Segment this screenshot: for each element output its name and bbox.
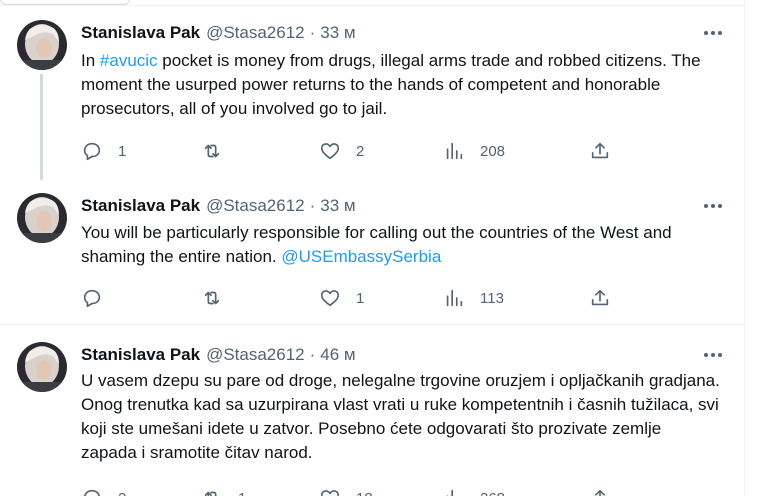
reply-button[interactable] bbox=[81, 286, 118, 310]
like-count: 1 bbox=[356, 289, 365, 307]
timestamp[interactable]: 33 м bbox=[320, 23, 355, 43]
avatar[interactable] bbox=[17, 20, 67, 70]
tweet-text-segment: pocket is money from drugs, illegal arms… bbox=[81, 51, 701, 118]
tweet-text: U vasem dzepu su pare od droge, nelegaln… bbox=[81, 369, 721, 465]
retweet-button[interactable]: 1 bbox=[201, 486, 246, 496]
reply-icon bbox=[83, 489, 101, 496]
views-button[interactable]: 113 bbox=[443, 286, 504, 310]
retweet-button[interactable] bbox=[201, 139, 238, 163]
retweet-icon bbox=[204, 144, 220, 158]
share-button[interactable] bbox=[589, 486, 611, 496]
view-count: 113 bbox=[480, 289, 504, 307]
views-icon bbox=[446, 489, 453, 496]
timestamp[interactable]: 33 м bbox=[320, 196, 355, 216]
retweet-button[interactable] bbox=[201, 286, 238, 310]
heart-icon bbox=[320, 490, 340, 496]
more-button[interactable] bbox=[701, 22, 725, 44]
heart-icon bbox=[320, 143, 340, 160]
display-name[interactable]: Stanislava Pak bbox=[81, 345, 200, 365]
tweet-text: You will be particularly responsible for… bbox=[81, 221, 721, 269]
retweet-count: 1 bbox=[238, 490, 246, 496]
share-icon bbox=[595, 489, 605, 496]
timestamp[interactable]: 46 м bbox=[320, 345, 355, 365]
reply-button[interactable]: 2 bbox=[81, 486, 126, 496]
like-button[interactable]: 2 bbox=[319, 139, 364, 163]
tweet[interactable]: Stanislava Pak @Stasa2612 · 33 м You wil… bbox=[0, 178, 745, 325]
share-button[interactable] bbox=[589, 286, 611, 310]
timeline: Stanislava Pak @Stasa2612 · 33 м In #avu… bbox=[0, 0, 745, 496]
views-button[interactable]: 268 bbox=[443, 486, 505, 496]
more-icon bbox=[704, 31, 722, 35]
view-count: 208 bbox=[480, 142, 506, 160]
tweet-header: Stanislava Pak @Stasa2612 · 33 м bbox=[81, 195, 356, 217]
reply-count: 1 bbox=[118, 142, 127, 160]
share-button[interactable] bbox=[589, 139, 611, 163]
views-icon bbox=[446, 142, 463, 160]
avatar[interactable] bbox=[17, 342, 67, 392]
avatar[interactable] bbox=[17, 193, 67, 243]
heart-icon bbox=[320, 290, 340, 307]
like-button[interactable]: 18 bbox=[319, 486, 373, 496]
thread-line bbox=[40, 74, 43, 180]
tweet[interactable]: Stanislava Pak @Stasa2612 · 46 м U vasem… bbox=[0, 326, 745, 496]
more-button[interactable] bbox=[701, 344, 725, 366]
reply-count: 2 bbox=[118, 490, 126, 496]
share-icon bbox=[591, 289, 609, 306]
user-handle[interactable]: @Stasa2612 bbox=[206, 23, 305, 43]
view-count: 268 bbox=[480, 490, 505, 496]
reply-icon bbox=[83, 289, 101, 308]
user-handle[interactable]: @Stasa2612 bbox=[206, 196, 305, 216]
separator-dot: · bbox=[309, 23, 316, 42]
display-name[interactable]: Stanislava Pak bbox=[81, 196, 200, 216]
separator-dot: · bbox=[309, 345, 316, 364]
avatar-image bbox=[17, 342, 67, 392]
views-button[interactable]: 208 bbox=[443, 139, 505, 163]
more-icon bbox=[704, 204, 722, 208]
top-tab-edge bbox=[0, 0, 130, 5]
views-icon bbox=[446, 289, 463, 307]
tweet[interactable]: Stanislava Pak @Stasa2612 · 33 м In #avu… bbox=[0, 6, 745, 180]
user-handle[interactable]: @Stasa2612 bbox=[206, 345, 305, 365]
tweet-actions: 1 2 208 bbox=[81, 139, 641, 163]
more-button[interactable] bbox=[701, 195, 725, 217]
share-icon bbox=[591, 142, 609, 159]
like-count: 18 bbox=[356, 490, 373, 496]
hashtag-link[interactable]: #avucic bbox=[100, 51, 158, 70]
retweet-icon bbox=[204, 291, 220, 305]
tweet-text-segment: In bbox=[81, 51, 100, 70]
reply-icon bbox=[83, 142, 101, 161]
tweet-text-segment: U vasem dzepu su pare od droge, nelegaln… bbox=[81, 371, 720, 462]
mention-link[interactable]: @USEmbassySerbia bbox=[281, 247, 441, 266]
reply-button[interactable]: 1 bbox=[81, 139, 126, 163]
tweet-header: Stanislava Pak @Stasa2612 · 46 м bbox=[81, 344, 356, 366]
tweet-actions: 2 1 18 268 bbox=[81, 486, 641, 496]
tweet-text: In #avucic pocket is money from drugs, i… bbox=[81, 49, 721, 121]
like-count: 2 bbox=[356, 142, 365, 160]
tweet-actions: 1 113 bbox=[81, 286, 641, 310]
separator-dot: · bbox=[309, 196, 316, 215]
retweet-icon bbox=[204, 491, 217, 496]
display-name[interactable]: Stanislava Pak bbox=[81, 23, 200, 43]
avatar-image bbox=[17, 193, 67, 243]
like-button[interactable]: 1 bbox=[319, 286, 364, 310]
tweet-header: Stanislava Pak @Stasa2612 · 33 м bbox=[81, 22, 356, 44]
more-icon bbox=[704, 353, 722, 357]
avatar-image bbox=[17, 20, 67, 70]
